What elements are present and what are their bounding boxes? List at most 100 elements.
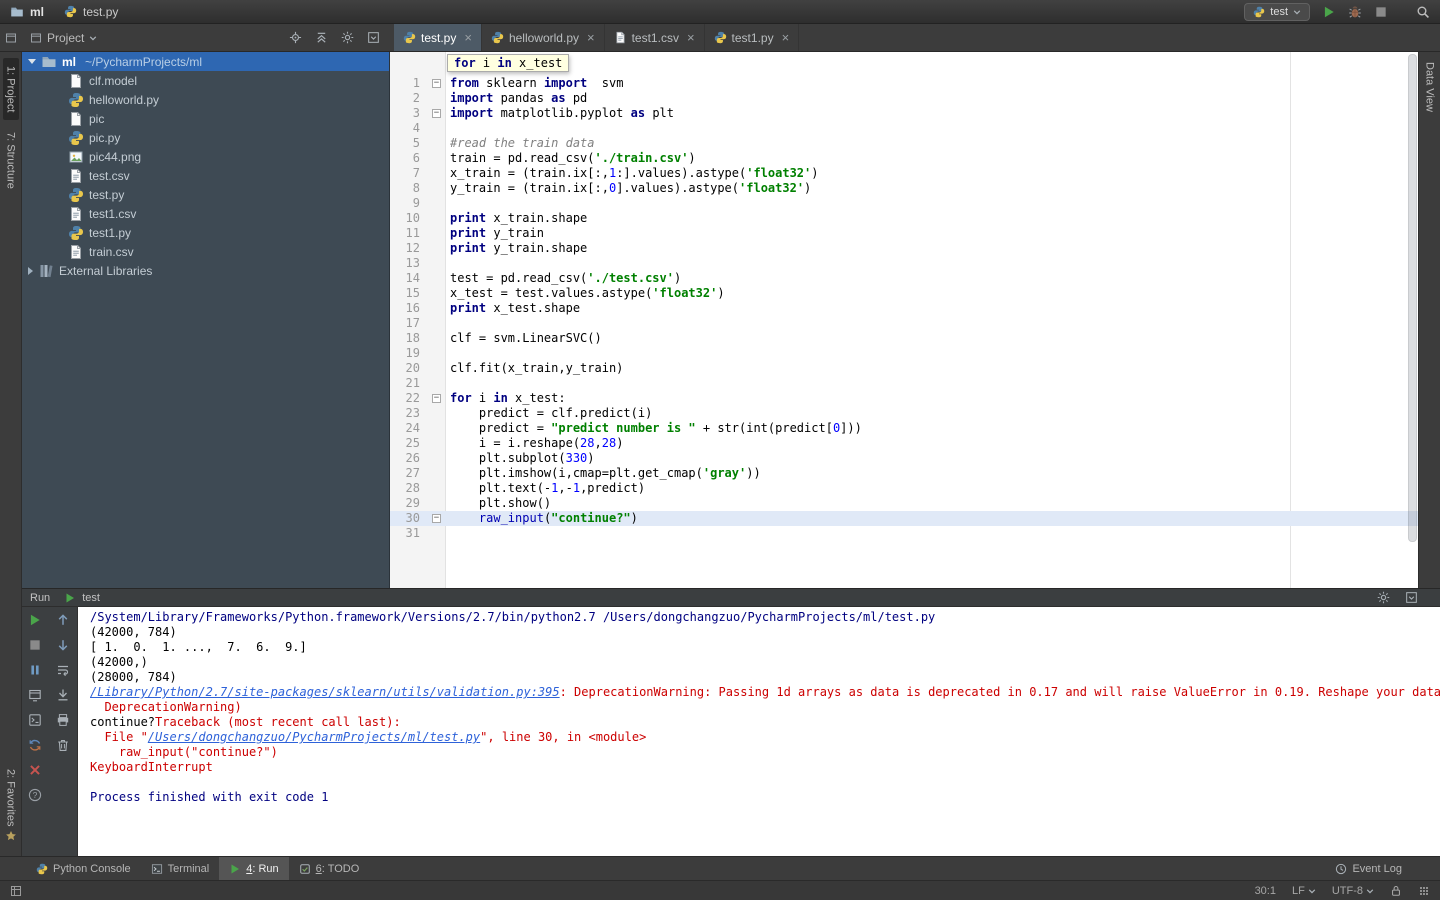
tool-button-7-structure[interactable]: 7: Structure — [3, 124, 19, 197]
code-line-15[interactable]: 15 x_test = test.values.astype('float32') — [390, 286, 1418, 301]
close-tab-icon[interactable]: × — [782, 31, 790, 44]
encoding-selector[interactable]: UTF-8 — [1332, 885, 1374, 897]
tree-item-test1-csv[interactable]: test1.csv — [22, 204, 389, 223]
collapse-all-button[interactable] — [315, 31, 328, 44]
code-line-6[interactable]: 6 train = pd.read_csv('./train.csv') — [390, 151, 1418, 166]
editor-scrollbar[interactable] — [1407, 52, 1418, 588]
toolwindow-button-4-run[interactable]: 4: Run — [219, 857, 289, 880]
code-area[interactable]: 1− from sklearn import svm 2 import pandas … — [390, 52, 1418, 541]
line-separator-selector[interactable]: LF — [1292, 885, 1316, 897]
close-tab-icon[interactable]: × — [687, 31, 695, 44]
clear-all-button[interactable] — [54, 737, 72, 753]
project-tool-header[interactable]: Project — [22, 24, 390, 51]
locate-button[interactable] — [289, 31, 302, 44]
soft-wrap-button[interactable] — [54, 662, 72, 678]
tree-item-pic44-png[interactable]: pic44.png — [22, 147, 389, 166]
tree-item-test-csv[interactable]: test.csv — [22, 166, 389, 185]
console-link[interactable]: /Library/Python/2.7/site-packages/sklear… — [90, 685, 560, 699]
toolwindow-switcher-icon[interactable] — [10, 885, 22, 897]
tool-button-2-favorites[interactable]: 2: Favorites — [3, 761, 19, 850]
tree-item-train-csv[interactable]: train.csv — [22, 242, 389, 261]
code-line-25[interactable]: 25 i = i.reshape(28,28) — [390, 436, 1418, 451]
code-line-3[interactable]: 3 − import matplotlib.pyplot as plt — [390, 106, 1418, 121]
tab-helloworld-py[interactable]: helloworld.py × — [482, 24, 605, 51]
code-line-19[interactable]: 19 — [390, 346, 1418, 361]
tree-item-test1-py[interactable]: test1.py — [22, 223, 389, 242]
toolwindow-button-terminal[interactable]: Terminal — [141, 857, 220, 880]
debug-button[interactable] — [1348, 5, 1362, 19]
search-everywhere-button[interactable] — [1416, 5, 1430, 19]
pause-output-button[interactable] — [26, 662, 44, 678]
tree-item-pic-py[interactable]: pic.py — [22, 128, 389, 147]
code-line-26[interactable]: 26 plt.subplot(330) — [390, 451, 1418, 466]
stop-button[interactable] — [1374, 5, 1388, 19]
code-line-28[interactable]: 28 plt.text(-1,-1,predict) — [390, 481, 1418, 496]
tree-item-test-py[interactable]: test.py — [22, 185, 389, 204]
tab-test-py[interactable]: test.py × — [394, 24, 482, 51]
rerun-failed-button[interactable] — [26, 737, 44, 753]
code-line-13[interactable]: 13 — [390, 256, 1418, 271]
fold-marker-icon[interactable]: − — [432, 79, 441, 88]
tool-button-1-project[interactable]: 1: Project — [2, 58, 19, 121]
rerun-button[interactable] — [26, 612, 44, 628]
tree-item-helloworld-py[interactable]: helloworld.py — [22, 90, 389, 109]
code-line-2[interactable]: 2 import pandas as pd — [390, 91, 1418, 106]
caret-position[interactable]: 30:1 — [1255, 885, 1276, 897]
code-line-29[interactable]: 29 plt.show() — [390, 496, 1418, 511]
down-stack-trace-button[interactable] — [54, 637, 72, 653]
scroll-to-end-button[interactable] — [54, 687, 72, 703]
code-line-31[interactable]: 31 — [390, 526, 1418, 541]
code-line-5[interactable]: 5 #read the train data — [390, 136, 1418, 151]
run-button[interactable] — [1322, 5, 1336, 19]
code-line-27[interactable]: 27 plt.imshow(i,cmap=plt.get_cmap('gray'… — [390, 466, 1418, 481]
toolwindow-bars-toggle[interactable] — [0, 24, 22, 51]
scrollbar-thumb[interactable] — [1408, 54, 1417, 542]
up-stack-trace-button[interactable] — [54, 612, 72, 628]
collapse-arrow-icon[interactable] — [28, 59, 36, 64]
code-line-21[interactable]: 21 — [390, 376, 1418, 391]
editor[interactable]: 1− from sklearn import svm 2 import pandas … — [390, 52, 1418, 588]
code-line-17[interactable]: 17 — [390, 316, 1418, 331]
close-tab-icon[interactable]: × — [587, 31, 595, 44]
code-line-14[interactable]: 14 test = pd.read_csv('./test.csv') — [390, 271, 1418, 286]
run-console[interactable]: /System/Library/Frameworks/Python.framew… — [78, 607, 1440, 856]
code-line-1[interactable]: 1 − from sklearn import svm — [390, 76, 1418, 91]
code-line-7[interactable]: 7 x_train = (train.ix[:,1:].values).astyp… — [390, 166, 1418, 181]
settings-button[interactable] — [341, 31, 354, 44]
help-button[interactable]: ? — [26, 787, 44, 803]
code-line-16[interactable]: 16 print x_test.shape — [390, 301, 1418, 316]
toolwindow-button-event-log[interactable]: Event Log — [1325, 857, 1412, 880]
toolwindow-button-6-todo[interactable]: 6: TODO — [289, 857, 370, 880]
code-line-11[interactable]: 11 print y_train — [390, 226, 1418, 241]
code-line-30[interactable]: 30 − raw_input("continue?") — [390, 511, 1418, 526]
tool-button-data-view[interactable]: Data View — [1422, 54, 1438, 120]
hide-panel-button[interactable] — [1405, 591, 1418, 604]
run-toolwindow-header[interactable]: Run test — [22, 589, 1440, 607]
code-line-10[interactable]: 10 print x_train.shape — [390, 211, 1418, 226]
fold-marker-icon[interactable]: − — [432, 514, 441, 523]
code-line-18[interactable]: 18 clf = svm.LinearSVC() — [390, 331, 1418, 346]
code-line-20[interactable]: 20 clf.fit(x_train,y_train) — [390, 361, 1418, 376]
settings-button[interactable] — [1377, 591, 1390, 604]
show-console-button[interactable] — [26, 712, 44, 728]
tree-item-clf-model[interactable]: clf.model — [22, 71, 389, 90]
code-line-8[interactable]: 8 y_train = (train.ix[:,0].values).astype… — [390, 181, 1418, 196]
console-link[interactable]: /Users/dongchangzuo/PycharmProjects/ml/t… — [148, 730, 480, 744]
code-line-24[interactable]: 24 predict = "predict number is " + str(… — [390, 421, 1418, 436]
toolwindow-button-python-console[interactable]: Python Console — [26, 857, 141, 880]
print-button[interactable] — [54, 712, 72, 728]
tree-item-pic[interactable]: pic — [22, 109, 389, 128]
tab-test1-csv[interactable]: test1.csv × — [605, 24, 705, 51]
code-line-12[interactable]: 12 print y_train.shape — [390, 241, 1418, 256]
stop-button[interactable] — [26, 637, 44, 653]
run-config-selector[interactable]: test — [1244, 2, 1310, 21]
close-tab-icon[interactable]: × — [464, 31, 472, 44]
close-button[interactable] — [26, 762, 44, 778]
code-line-23[interactable]: 23 predict = clf.predict(i) — [390, 406, 1418, 421]
restore-layout-button[interactable] — [26, 687, 44, 703]
chevron-down-icon[interactable] — [89, 34, 97, 42]
code-line-4[interactable]: 4 — [390, 121, 1418, 136]
expand-arrow-icon[interactable] — [28, 266, 33, 275]
hide-panel-button[interactable] — [367, 31, 380, 44]
tab-test1-py[interactable]: test1.py × — [705, 24, 800, 51]
